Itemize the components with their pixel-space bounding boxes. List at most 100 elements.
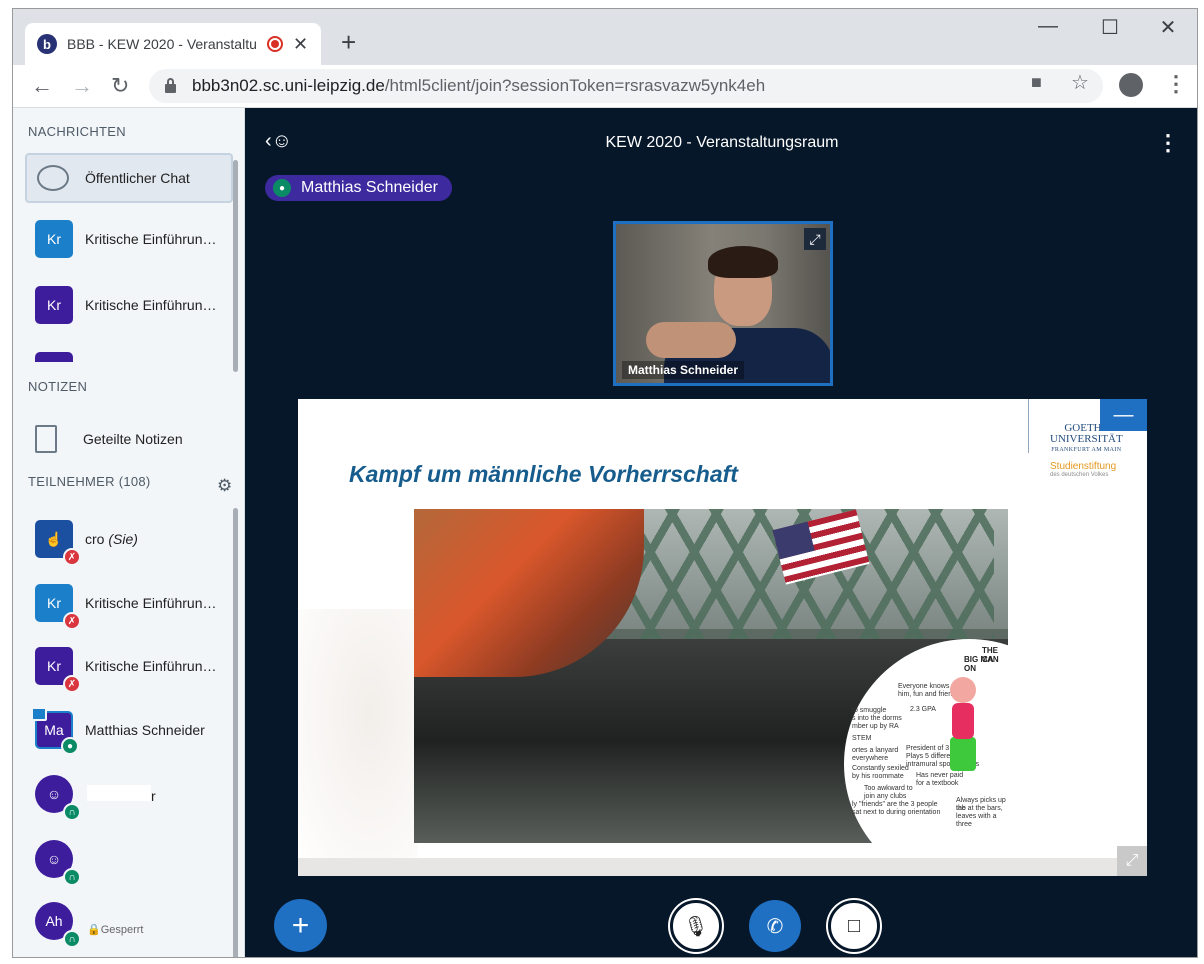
participant-avatar: Kr ✗ [35,584,81,630]
microphone-icon: ● [273,179,291,197]
cartoon-text: Too awkward to [864,785,913,792]
bookmark-star-icon[interactable]: ☆ [1071,70,1089,95]
participant-name: Kritische Einführun… [85,658,217,674]
sidebar: NACHRICHTEN Öffentlicher Chat Kr Kritisc… [13,108,245,957]
bbb-favicon-icon: b [37,34,57,54]
url-path: /html5client/join?sessionToken=rsrasvazw… [384,76,766,95]
chat-scrollbar[interactable] [233,160,238,372]
notes-title: NOTIZEN [28,379,88,394]
slide-footer-bar [298,858,1147,876]
talking-indicator[interactable]: ● Matthias Schneider [265,175,452,201]
lock-icon [165,77,176,93]
fullscreen-icon[interactable]: ⤢ [804,228,826,250]
mic-talking-icon: ● [61,737,79,755]
cartoon-text: Constantly sexiled [852,765,909,772]
messages-title: NACHRICHTEN [28,124,126,139]
cartoon-text: sat next to during orientation [852,809,941,816]
private-chat-label: Kritische Einführun… [85,297,217,313]
video-username: Matthias Schneider [622,361,745,379]
headphones-icon: ∩ [63,803,81,821]
tab-title: BBB - KEW 2020 - Veranstaltu [67,36,257,52]
participant-row[interactable]: Kr ✗ Kritische Einführun… [35,578,235,630]
camera-permission-icon[interactable]: ■ [1031,72,1042,93]
private-chat-item[interactable]: Kr Kritische Einführun… [25,214,233,264]
cartoon-heading: BIG MAN ON [964,655,999,673]
cartoon-text: leaves with a three [956,813,997,828]
cartoon-text: STEM [852,735,872,742]
participant-name: Matthias Schneider [85,722,205,738]
options-menu-icon[interactable]: ⋮ [1157,130,1179,156]
cartoon-character [942,677,984,775]
participant-avatar: Ma ● [31,707,79,755]
cartoon-text: join any clubs [864,793,907,800]
participant-name: 🔒Gesperrt [87,907,229,936]
close-icon[interactable]: ✕ [1145,15,1191,40]
cartoon-text: s into the dorms [852,715,902,722]
chat-avatar-partial [35,352,73,362]
webcam-video[interactable]: ⤢ Matthias Schneider [613,221,833,386]
new-tab-button[interactable]: + [341,27,356,58]
participant-row[interactable]: ☺ ∩ r [35,769,235,821]
forward-icon[interactable]: → [71,73,93,99]
slide-watermark [298,609,418,869]
notes-document-icon [35,425,57,453]
headphones-icon: ∩ [63,930,81,948]
cartoon-text: for a textbook [916,780,959,787]
talker-name: Matthias Schneider [301,179,438,196]
video-person-hands [646,322,736,358]
chat-avatar: Kr [35,220,73,258]
cartoon-text: mber up by RA [852,723,899,730]
participant-row[interactable]: Ah ∩ 🔒Gesperrt [35,896,235,948]
mic-muted-icon: ✗ [63,612,81,630]
chat-bubble-icon [37,165,69,191]
conference-title: KEW 2020 - Veranstaltungsraum [605,134,839,151]
presenter-icon [31,707,47,721]
shared-notes-item[interactable]: Geteilte Notizen [25,414,233,464]
gear-icon[interactable]: ⚙ [217,476,232,496]
hand-icon: ☝ ✗ [35,520,81,566]
share-webcam-button[interactable]: □ [828,900,880,952]
back-icon[interactable]: ← [31,73,53,99]
presentation-slide: GOETHE UNIVERSITÄT FRANKFURT AM MAIN Stu… [298,399,1147,876]
video-person-hair [708,246,778,278]
participant-row[interactable]: Ma ● Matthias Schneider [31,705,235,755]
mic-muted-icon: ✗ [63,548,81,566]
reload-icon[interactable]: ↻ [111,73,129,99]
maximize-icon[interactable]: ☐ [1087,15,1133,40]
private-chat-label: Kritische Einführun… [85,231,217,247]
tab-close-icon[interactable]: ✕ [293,34,308,55]
participant-avatar: Ah ∩ [35,902,81,948]
actions-plus-button[interactable]: + [274,899,327,952]
private-chat-item[interactable]: Kr Kritische Einführun… [25,280,233,330]
address-bar[interactable]: bbb3n02.sc.uni-leipzig.de/html5client/jo… [149,69,1103,103]
participant-avatar: ☺ ∩ [35,775,81,821]
participant-row[interactable]: ☝ ✗ cro (Sie) [35,514,235,566]
cartoon-text: to smuggle [852,707,887,714]
participant-avatar: ☺ ∩ [35,840,81,886]
cartoon-text: ly "friends" are the 3 people [852,801,938,808]
leave-audio-button[interactable]: ✆ [749,900,801,952]
mute-microphone-button[interactable]: 🎙 [670,900,722,952]
studienstiftung-logo: Studienstiftung des deutschen Volkes [1050,461,1117,478]
public-chat-item[interactable]: Öffentlicher Chat [25,153,233,203]
cartoon-text: tab at the bars, [956,805,1003,812]
browser-menu-icon[interactable]: ⋮ [1165,71,1187,97]
browser-tab[interactable]: b BBB - KEW 2020 - Veranstaltu ✕ [25,23,321,65]
minimize-icon[interactable]: — [1025,15,1071,38]
main-area: ‹☺ KEW 2020 - Veranstaltungsraum ⋮ ● Mat… [245,108,1197,957]
minimize-presentation-button[interactable]: — [1100,399,1147,431]
logo-divider [1028,399,1029,453]
participant-name: r [87,784,229,804]
profile-avatar-icon[interactable] [1119,73,1143,97]
public-chat-label: Öffentlicher Chat [85,170,190,186]
fullscreen-presentation-icon[interactable]: ⤢ [1117,846,1147,876]
participant-name: cro (Sie) [85,531,138,547]
headphones-icon: ∩ [63,868,81,886]
participant-row[interactable]: Kr ✗ Kritische Einführun… [35,641,235,693]
cartoon-text: 2.3 GPA [910,706,936,713]
chat-avatar: Kr [35,286,73,324]
participant-row[interactable]: ☺ ∩ [35,834,235,886]
url-host: bbb3n02.sc.uni-leipzig.de [192,76,385,95]
tab-strip: b BBB - KEW 2020 - Veranstaltu ✕ + — ☐ ✕ [13,9,1197,65]
browser-toolbar: ← → ↻ bbb3n02.sc.uni-leipzig.de/html5cli… [13,65,1197,108]
